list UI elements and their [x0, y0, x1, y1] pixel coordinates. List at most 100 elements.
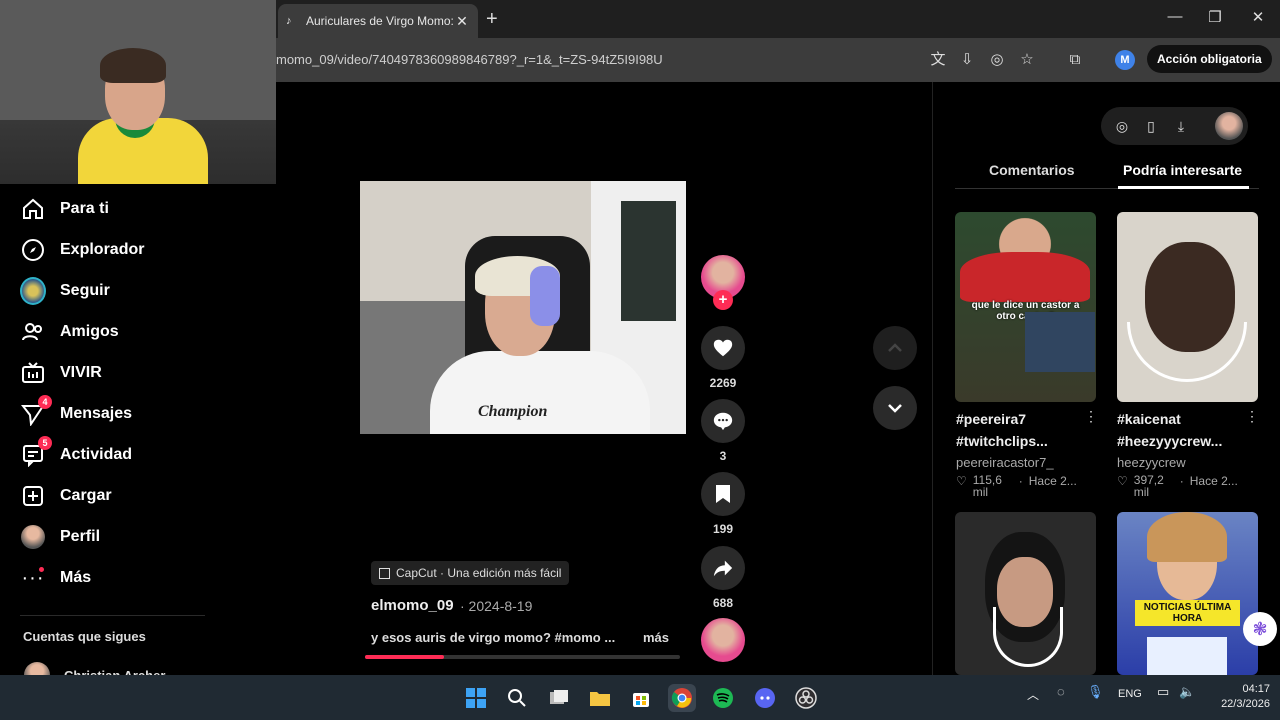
network-icon[interactable]: ▭	[1157, 684, 1169, 700]
browser-tab[interactable]: ♪ Auriculares de Virgo Momo: ¿O ✕	[278, 4, 478, 38]
sidebar-item-label: Actividad	[60, 446, 133, 463]
obs-icon[interactable]	[792, 684, 820, 712]
share-count: 688	[712, 596, 734, 610]
live-tv-icon	[20, 360, 46, 386]
maximize-icon[interactable]: ❐	[1203, 8, 1227, 26]
chrome-icon[interactable]	[668, 684, 696, 712]
sidebar-item-seguir[interactable]: Seguir	[20, 276, 110, 306]
spotify-icon[interactable]	[709, 684, 737, 712]
compass-icon[interactable]: ◎	[1112, 116, 1132, 136]
card-username[interactable]: peereiracastor7_	[956, 455, 1054, 470]
video-player[interactable]: Champion	[360, 181, 686, 434]
shirt-brand-text: Champion	[478, 403, 548, 420]
video-progress-bar[interactable]	[365, 655, 680, 659]
heart-icon[interactable]	[701, 326, 745, 370]
eye-off-icon[interactable]: ◎	[987, 50, 1007, 70]
star-icon[interactable]: ☆	[1017, 50, 1037, 70]
sidebar-item-mensajes[interactable]: 4 Mensajes	[20, 395, 133, 429]
sync-icon[interactable]: ◌	[1057, 684, 1065, 699]
panel-divider	[932, 82, 933, 675]
sidebar-item-label: Seguir	[60, 282, 110, 299]
download-icon[interactable]: ⤓	[1171, 116, 1191, 136]
heart-outline-icon: ♡	[956, 474, 967, 488]
comment-count: 3	[719, 449, 727, 463]
action-required-button[interactable]: Acción obligatoria	[1147, 45, 1272, 73]
like-action[interactable]: 2269	[701, 326, 745, 390]
windows-start-icon[interactable]	[462, 684, 490, 712]
card-tag[interactable]: #peereira7	[956, 408, 1048, 430]
previous-video-button[interactable]	[873, 326, 917, 370]
capcut-label: CapCut · Una edición más fácil	[396, 566, 562, 580]
card-tag[interactable]: #kaicenat	[1117, 408, 1222, 430]
card-more-icon[interactable]: ⋮	[1245, 408, 1259, 425]
discord-icon[interactable]	[751, 684, 779, 712]
store-icon[interactable]	[627, 684, 655, 712]
extensions-icon[interactable]: ⧉	[1065, 50, 1085, 70]
sidebar-item-label: Perfil	[60, 528, 101, 545]
search-icon[interactable]	[503, 684, 531, 712]
follow-plus-button[interactable]: +	[713, 290, 733, 310]
close-window-icon[interactable]: ✕	[1246, 8, 1270, 26]
card-time: Hace 2...	[1028, 474, 1077, 488]
card-username[interactable]: heezyycrew	[1117, 455, 1186, 470]
user-avatar[interactable]	[1215, 112, 1243, 140]
language-indicator[interactable]: ENG	[1118, 688, 1142, 700]
video-card-thumbnail[interactable]: NOTICIAS ÚLTIMA HORA	[1117, 512, 1258, 675]
card-tags[interactable]: #peereira7 #twitchclips...	[956, 408, 1048, 452]
card-tag[interactable]: #heezyyycrew...	[1117, 430, 1222, 452]
card-tag[interactable]: #twitchclips...	[956, 430, 1048, 452]
tab-comentarios[interactable]: Comentarios	[989, 162, 1075, 178]
file-explorer-icon[interactable]	[586, 684, 614, 712]
sidebar-item-explorador[interactable]: Explorador	[20, 235, 144, 265]
video-author[interactable]: elmomo_09	[371, 597, 454, 614]
translate-icon[interactable]: ⽂	[928, 50, 948, 70]
volume-icon[interactable]: 🔈	[1179, 684, 1195, 700]
save-action[interactable]: 199	[701, 472, 745, 536]
sound-avatar[interactable]	[701, 618, 745, 662]
more-dots-icon: ···	[21, 566, 45, 589]
microphone-icon[interactable]: 🎙	[1087, 684, 1104, 700]
card-more-icon[interactable]: ⋮	[1084, 408, 1098, 425]
comment-action[interactable]: 3	[701, 399, 745, 463]
card-tags[interactable]: #kaicenat #heezyyycrew...	[1117, 408, 1222, 452]
sidebar-item-actividad[interactable]: 5 Actividad	[20, 436, 133, 470]
video-card-thumbnail[interactable]: que le dice un castor a otro castor?	[955, 212, 1096, 402]
sidebar-item-label: Mensajes	[60, 405, 133, 422]
bookmark-icon[interactable]	[701, 472, 745, 516]
card-time: Hace 2...	[1189, 474, 1238, 488]
sidebar-item-perfil[interactable]: Perfil	[20, 522, 100, 552]
chevron-up-icon	[888, 343, 902, 352]
next-video-button[interactable]	[873, 386, 917, 430]
sidebar-item-label: Más	[60, 569, 92, 586]
sidebar-item-cargar[interactable]: Cargar	[20, 481, 112, 511]
video-card-thumbnail[interactable]	[955, 512, 1096, 675]
app-extension-icon[interactable]: ❃	[1243, 612, 1277, 646]
system-clock[interactable]: 04:17 22/3/2026	[1210, 682, 1270, 712]
close-tab-icon[interactable]: ✕	[454, 13, 470, 30]
comment-icon[interactable]	[701, 399, 745, 443]
tab-title: Auriculares de Virgo Momo: ¿O	[306, 14, 454, 28]
capcut-icon	[379, 567, 390, 579]
heart-outline-icon: ♡	[1117, 474, 1128, 488]
messages-icon: 4	[20, 395, 52, 427]
share-icon[interactable]	[701, 546, 745, 590]
sidebar-item-para-ti[interactable]: Para ti	[20, 194, 109, 224]
chevron-up-icon[interactable]: ︿	[1027, 686, 1039, 703]
share-action[interactable]: 688	[701, 546, 745, 610]
new-tab-button[interactable]: +	[486, 8, 498, 31]
install-icon[interactable]: ⇩	[957, 50, 977, 70]
sidebar-item-amigos[interactable]: Amigos	[20, 317, 119, 347]
browser-profile-avatar[interactable]: M	[1115, 50, 1135, 70]
minimize-icon[interactable]: —	[1163, 8, 1187, 25]
following-avatar-icon	[20, 277, 46, 305]
url-field[interactable]: momo_09/video/7404978360989846789?_r=1&_…	[276, 52, 663, 67]
video-progress-fill	[365, 655, 444, 659]
tab-podria-interesarte[interactable]: Podría interesarte	[1123, 162, 1242, 178]
sidebar-item-mas[interactable]: ··· Más	[20, 563, 92, 593]
more-caption-link[interactable]: más	[643, 630, 669, 645]
task-view-icon[interactable]	[545, 684, 573, 712]
video-card-thumbnail[interactable]	[1117, 212, 1258, 402]
sidebar-item-vivir[interactable]: VIVIR	[20, 358, 102, 388]
phone-icon[interactable]: ▯	[1141, 116, 1161, 136]
capcut-tag[interactable]: CapCut · Una edición más fácil	[371, 561, 570, 585]
